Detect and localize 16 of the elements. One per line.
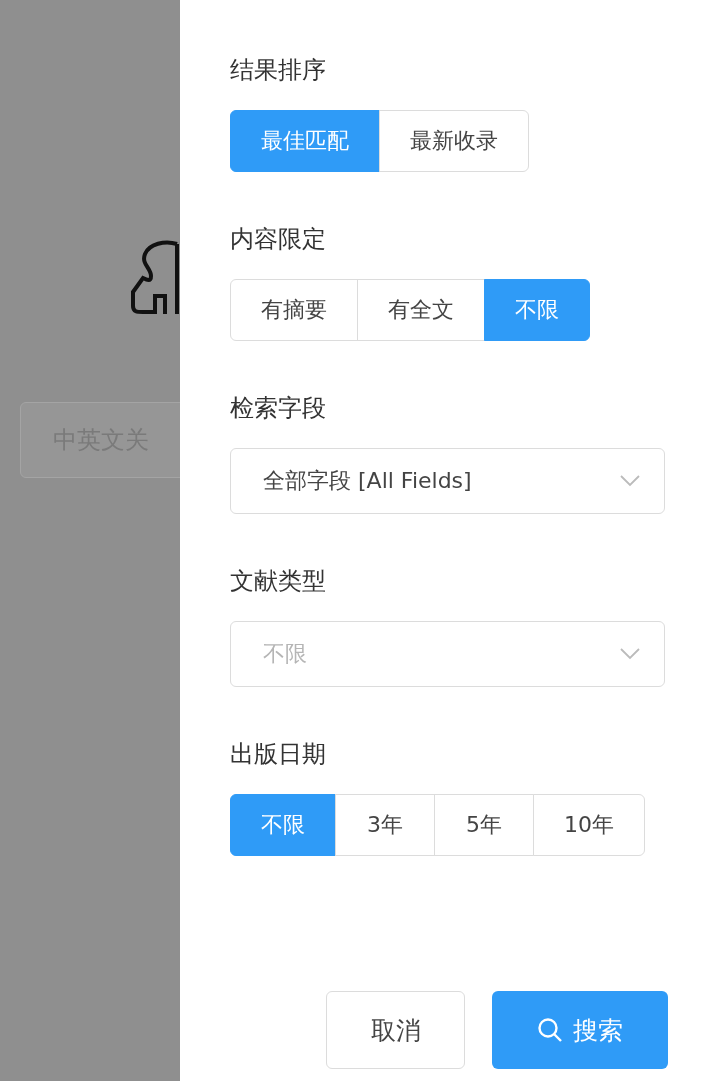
segment-option[interactable]: 10年 bbox=[533, 794, 645, 856]
cancel-button[interactable]: 取消 bbox=[326, 991, 465, 1069]
segment-option[interactable]: 最新收录 bbox=[379, 110, 529, 172]
segment-option[interactable]: 5年 bbox=[434, 794, 534, 856]
dropdown-select[interactable]: 全部字段 [All Fields] bbox=[230, 448, 665, 514]
segment-option[interactable]: 3年 bbox=[335, 794, 435, 856]
chevron-down-icon bbox=[620, 648, 640, 660]
segment-option[interactable]: 有摘要 bbox=[230, 279, 358, 341]
section-title: 结果排序 bbox=[230, 55, 326, 85]
segment-option[interactable]: 有全文 bbox=[357, 279, 485, 341]
section-title: 出版日期 bbox=[230, 739, 326, 769]
section-title: 检索字段 bbox=[230, 393, 326, 423]
section-title: 文献类型 bbox=[230, 566, 326, 596]
search-icon bbox=[537, 1017, 563, 1043]
chevron-down-icon bbox=[620, 475, 640, 487]
section-title: 内容限定 bbox=[230, 224, 326, 254]
